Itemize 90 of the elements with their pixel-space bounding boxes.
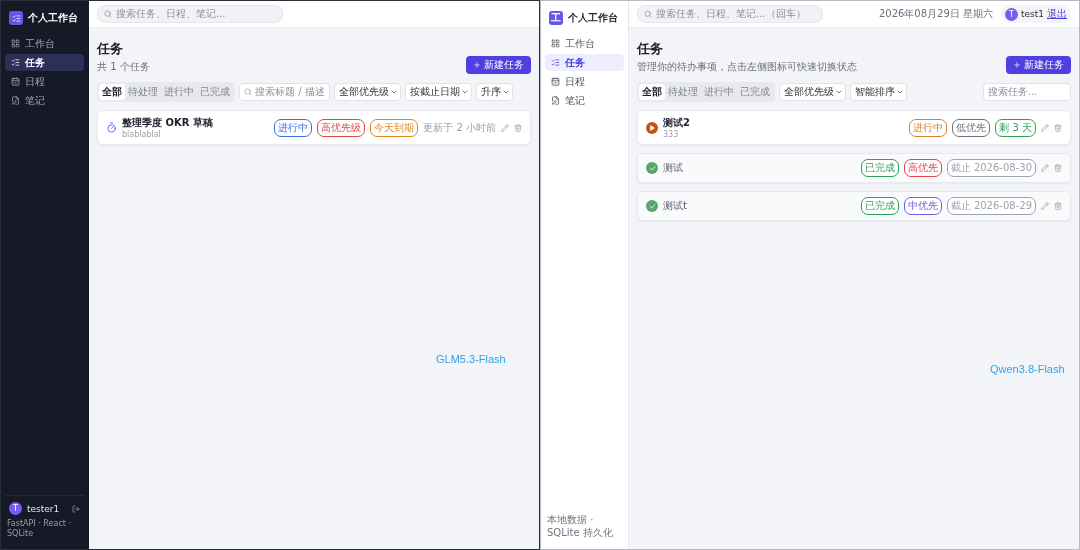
task-title: 测试2	[663, 116, 691, 130]
model-caption: Qwen3.8-Flash	[990, 363, 1065, 375]
task-tag: 进行中	[274, 118, 313, 137]
chevron-down-icon	[460, 88, 469, 96]
task-search-field[interactable]: 搜索标题 / 描述	[239, 83, 330, 101]
page-subtitle: 共 1 个任务	[97, 60, 150, 74]
play-status-button[interactable]	[646, 121, 658, 134]
done-status-button[interactable]	[646, 162, 658, 174]
task-tag: 低优先	[952, 118, 991, 137]
app-title: 个人工作台	[568, 11, 618, 25]
page-title: 任务	[97, 40, 124, 58]
delete-icon[interactable]	[1054, 164, 1062, 172]
nav-item[interactable]: 笔记	[5, 92, 84, 109]
nav-item[interactable]: 笔记	[545, 92, 624, 109]
timer-icon[interactable]	[106, 122, 117, 133]
task-tag: 进行中	[909, 118, 948, 137]
search-icon	[244, 88, 252, 96]
delete-icon[interactable]	[1054, 123, 1062, 132]
page-title: 任务	[637, 40, 664, 58]
task-title: 测试	[663, 161, 684, 175]
calendar-icon	[551, 77, 560, 86]
logo: 工	[549, 11, 563, 25]
task-search-field[interactable]: 搜索任务...	[983, 83, 1071, 101]
date-text: 2026年08月29日 星期六	[878, 7, 993, 21]
delete-icon[interactable]	[1054, 202, 1062, 210]
user-name: tester1	[27, 503, 61, 514]
filter-select[interactable]: 按截止日期	[404, 83, 472, 101]
tech-stack-text: 本地数据 · SQLite 持久化	[547, 514, 614, 539]
chevron-down-icon	[896, 88, 904, 96]
filter-select[interactable]: 智能排序	[850, 83, 907, 101]
delete-icon[interactable]	[514, 123, 522, 132]
model-caption: GLM5.3-Flash	[436, 353, 506, 365]
user-name: test1	[1021, 9, 1044, 19]
edit-icon[interactable]	[1041, 202, 1049, 210]
list-icon	[551, 58, 560, 67]
task-description: 333	[663, 130, 680, 139]
task-tag: 剩 3 天	[995, 118, 1036, 137]
nav-item[interactable]: 工作台	[545, 35, 624, 52]
nav-item[interactable]: 任务	[5, 54, 84, 71]
user-avatar: T	[9, 502, 22, 515]
calendar-icon	[11, 77, 20, 86]
list-icon	[11, 58, 20, 67]
tech-stack-text: FastAPI · React · SQLite	[7, 519, 72, 539]
task-tag: 截止 2026-08-30	[946, 159, 1036, 177]
filter-select[interactable]: 全部优先级	[779, 83, 846, 101]
edit-icon[interactable]	[1041, 164, 1049, 172]
search-icon	[644, 10, 652, 18]
chevron-down-icon	[835, 88, 843, 96]
check-icon	[648, 202, 656, 210]
done-status-button[interactable]	[646, 200, 658, 212]
edit-icon[interactable]	[1041, 123, 1049, 132]
task-description: blablablal	[122, 130, 162, 139]
filter-select[interactable]: 全部优先级	[333, 83, 401, 101]
plus-icon	[473, 61, 481, 69]
task-title: 整理季度 OKR 草稿	[122, 116, 214, 130]
nav-item[interactable]: 日程	[5, 73, 84, 90]
task-tag: 已完成	[860, 197, 899, 215]
chevron-down-icon	[389, 88, 398, 96]
grid-icon	[551, 39, 560, 48]
filter-select[interactable]: 升序	[475, 83, 513, 101]
updated-time: 更新于 2 小时前	[423, 120, 496, 135]
nav-item[interactable]: 工作台	[5, 35, 84, 52]
page-subtitle: 管理你的待办事项，点击左侧图标可快速切换状态	[637, 60, 857, 74]
app-title: 个人工作台	[28, 11, 78, 25]
note-icon	[11, 96, 20, 105]
note-icon	[551, 96, 560, 105]
grid-icon	[11, 39, 20, 48]
task-title: 测试t	[663, 199, 688, 213]
new-task-button[interactable]: 新建任务	[466, 56, 531, 74]
user-avatar: T	[1005, 7, 1018, 21]
nav-item[interactable]: 任务	[545, 54, 624, 71]
status-tab[interactable]: 全部	[639, 84, 665, 100]
check-icon	[648, 164, 656, 172]
logout-icon[interactable]	[72, 504, 80, 513]
new-task-button[interactable]: 新建任务	[1006, 56, 1071, 74]
logout-link[interactable]: 退出	[1047, 7, 1067, 21]
search-icon	[104, 10, 112, 18]
plus-icon	[1013, 61, 1021, 69]
play-icon	[649, 124, 655, 131]
status-tab[interactable]: 全部	[99, 84, 125, 100]
nav-item[interactable]: 日程	[545, 73, 624, 90]
task-tag: 今天到期	[370, 118, 419, 137]
task-tag: 高优先	[903, 159, 942, 177]
task-tag: 截止 2026-08-29	[946, 197, 1036, 215]
task-tag: 高优先级	[317, 118, 366, 137]
chevron-down-icon	[501, 88, 510, 96]
task-tag: 已完成	[860, 159, 899, 177]
edit-icon[interactable]	[501, 123, 509, 132]
logo-icon	[9, 11, 23, 25]
task-tag: 中优先	[903, 197, 942, 215]
